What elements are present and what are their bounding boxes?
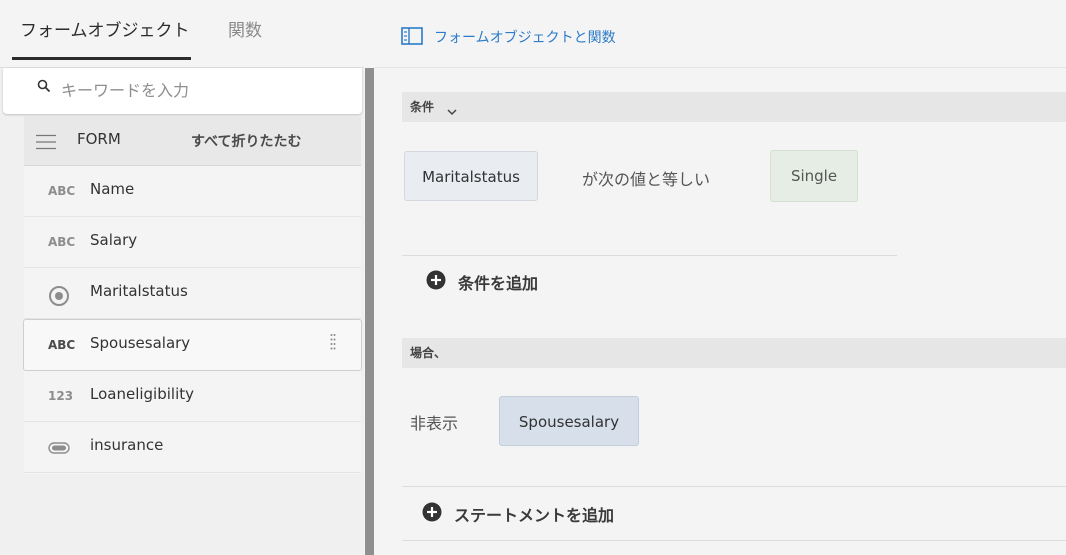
- list-item-spousesalary[interactable]: ABC Spousesalary: [23, 319, 362, 371]
- text-field-icon: ABC: [48, 338, 76, 352]
- then-section-header: 場合、: [402, 338, 1066, 368]
- active-tab-indicator: [12, 57, 191, 60]
- list-item-label: insurance: [90, 436, 164, 454]
- add-condition-label: 条件を追加: [458, 274, 539, 293]
- condition-section-label: 条件: [410, 100, 435, 114]
- panel-splitter[interactable]: [365, 68, 374, 555]
- add-statement-label: ステートメントを追加: [454, 506, 615, 525]
- search-box: [3, 68, 362, 114]
- list-item-loaneligibility[interactable]: 123 Loaneligibility: [24, 371, 361, 422]
- divider: [402, 486, 1066, 487]
- text-field-icon: ABC: [48, 235, 76, 249]
- condition-value-chip[interactable]: Single: [770, 150, 858, 202]
- condition-field-chip[interactable]: Maritalstatus: [404, 151, 538, 201]
- tree-header: FORM すべて折りたたむ: [24, 116, 361, 166]
- search-icon: [37, 78, 51, 97]
- condition-section-header[interactable]: 条件: [402, 92, 1066, 122]
- list-item-maritalstatus[interactable]: Maritalstatus: [24, 268, 361, 319]
- list-item-salary[interactable]: ABC Salary: [24, 217, 361, 268]
- text-field-icon: ABC: [48, 184, 76, 198]
- number-field-icon: 123: [48, 389, 74, 403]
- collapse-all-button[interactable]: すべて折りたたむ: [191, 131, 301, 151]
- divider: [402, 540, 1066, 541]
- editor-toolbar: フォームオブジェクトと関数: [374, 0, 1066, 68]
- list-item-label: Name: [90, 180, 135, 198]
- list-item-label: Spousesalary: [90, 334, 191, 352]
- list-item-name[interactable]: ABC Name: [24, 166, 361, 217]
- search-input[interactable]: [61, 76, 341, 104]
- chevron-down-icon[interactable]: [447, 101, 457, 120]
- action-type[interactable]: 非表示: [410, 410, 458, 434]
- condition-operator[interactable]: が次の値と等しい: [582, 166, 710, 190]
- side-panel-icon[interactable]: [401, 27, 423, 49]
- tab-functions[interactable]: 関数: [228, 16, 262, 41]
- panel-tabs: フォームオブジェクト 関数: [0, 0, 364, 68]
- drag-handle-icon[interactable]: [330, 333, 336, 355]
- plus-circle-icon: [422, 502, 442, 526]
- list-item-label: Maritalstatus: [90, 282, 188, 300]
- then-section-label: 場合、: [410, 346, 447, 360]
- list-item-insurance[interactable]: insurance: [24, 422, 361, 473]
- action-target-chip[interactable]: Spousesalary: [499, 396, 639, 446]
- button-field-icon: [48, 442, 70, 457]
- list-item-label: Salary: [90, 231, 138, 249]
- list-item-label: Loaneligibility: [90, 385, 195, 403]
- divider: [402, 255, 897, 256]
- toggle-form-objects-link[interactable]: フォームオブジェクトと関数: [434, 27, 616, 47]
- radio-button-icon: [48, 285, 70, 310]
- form-objects-panel: フォームオブジェクト 関数 FORM すべて折りたたむ ABC Name ABC…: [0, 0, 364, 555]
- list-icon[interactable]: [35, 134, 57, 154]
- form-object-list: ABC Name ABC Salary Maritalstatus ABC Sp…: [23, 166, 362, 474]
- tab-form-objects[interactable]: フォームオブジェクト: [20, 16, 190, 41]
- tree-root-label[interactable]: FORM: [77, 130, 121, 148]
- plus-circle-icon: [426, 270, 446, 294]
